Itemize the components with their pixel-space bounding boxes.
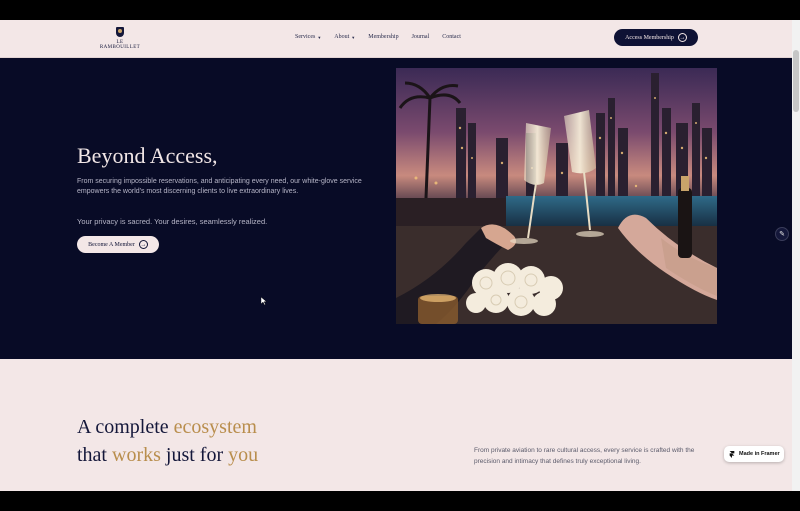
ecosystem-heading: A complete ecosystem that works just for… xyxy=(77,413,258,469)
site-header: LE RAMBOUILLET Services ▼ About ▼ Member… xyxy=(0,20,792,58)
main-nav: Services ▼ About ▼ Membership Journal Co… xyxy=(295,34,474,40)
screen-top-bar xyxy=(0,0,800,20)
nav-item-label: Contact xyxy=(442,34,461,40)
nav-item-label: Membership xyxy=(368,34,399,40)
made-in-framer-badge[interactable]: Made in Framer xyxy=(724,446,784,462)
hero-privacy-text: Your privacy is sacred. Your desires, se… xyxy=(77,217,268,226)
badge-label: Made in Framer xyxy=(739,451,780,457)
access-membership-button[interactable]: Access Membership → xyxy=(614,29,698,46)
nav-item-contact[interactable]: Contact xyxy=(442,34,461,40)
scrollbar-thumb[interactable] xyxy=(793,50,799,112)
ecosystem-description: From private aviation to rare cultural a… xyxy=(474,447,695,465)
hero-title: Beyond Access, xyxy=(77,143,218,168)
edit-pencil-icon[interactable]: ✎ xyxy=(775,227,789,241)
nav-item-label: About xyxy=(334,34,350,40)
nav-item-label: Journal xyxy=(411,34,430,40)
brand-logo[interactable]: LE RAMBOUILLET xyxy=(98,27,142,51)
chevron-down-icon: ▼ xyxy=(351,34,356,40)
champagne-toast-photo xyxy=(396,68,717,324)
heading-highlight: you xyxy=(228,444,259,466)
heading-highlight: works xyxy=(112,444,161,466)
arrow-right-icon: → xyxy=(677,33,687,42)
crest-icon xyxy=(116,27,124,37)
mouse-cursor-icon xyxy=(261,297,267,305)
nav-item-services[interactable]: Services ▼ xyxy=(295,34,321,40)
heading-highlight: ecosystem xyxy=(173,416,257,438)
vertical-scrollbar[interactable] xyxy=(792,20,800,491)
heading-text: just for xyxy=(160,444,229,466)
nav-item-about[interactable]: About ▼ xyxy=(334,34,355,40)
chevron-down-icon: ▼ xyxy=(317,34,322,40)
screen-bottom-bar xyxy=(0,491,800,511)
become-member-button[interactable]: Become A Member → xyxy=(77,236,159,253)
webpage: LE RAMBOUILLET Services ▼ About ▼ Member… xyxy=(0,20,792,491)
hero-description: From securing impossible reservations, a… xyxy=(77,178,362,195)
button-label: Access Membership xyxy=(625,34,674,41)
ecosystem-section: A complete ecosystem that works just for… xyxy=(0,359,792,491)
nav-item-journal[interactable]: Journal xyxy=(412,34,430,40)
heading-text: that xyxy=(77,444,112,466)
hero-section: Beyond Access, From securing impossible … xyxy=(0,58,792,359)
brand-logo-text: LE RAMBOUILLET xyxy=(99,40,141,50)
heading-text: A complete xyxy=(77,416,174,438)
framer-icon xyxy=(729,450,735,458)
nav-item-membership[interactable]: Membership xyxy=(368,34,398,40)
button-label: Become A Member xyxy=(88,241,135,248)
nav-item-label: Services xyxy=(295,34,316,40)
arrow-right-icon: → xyxy=(138,240,148,249)
